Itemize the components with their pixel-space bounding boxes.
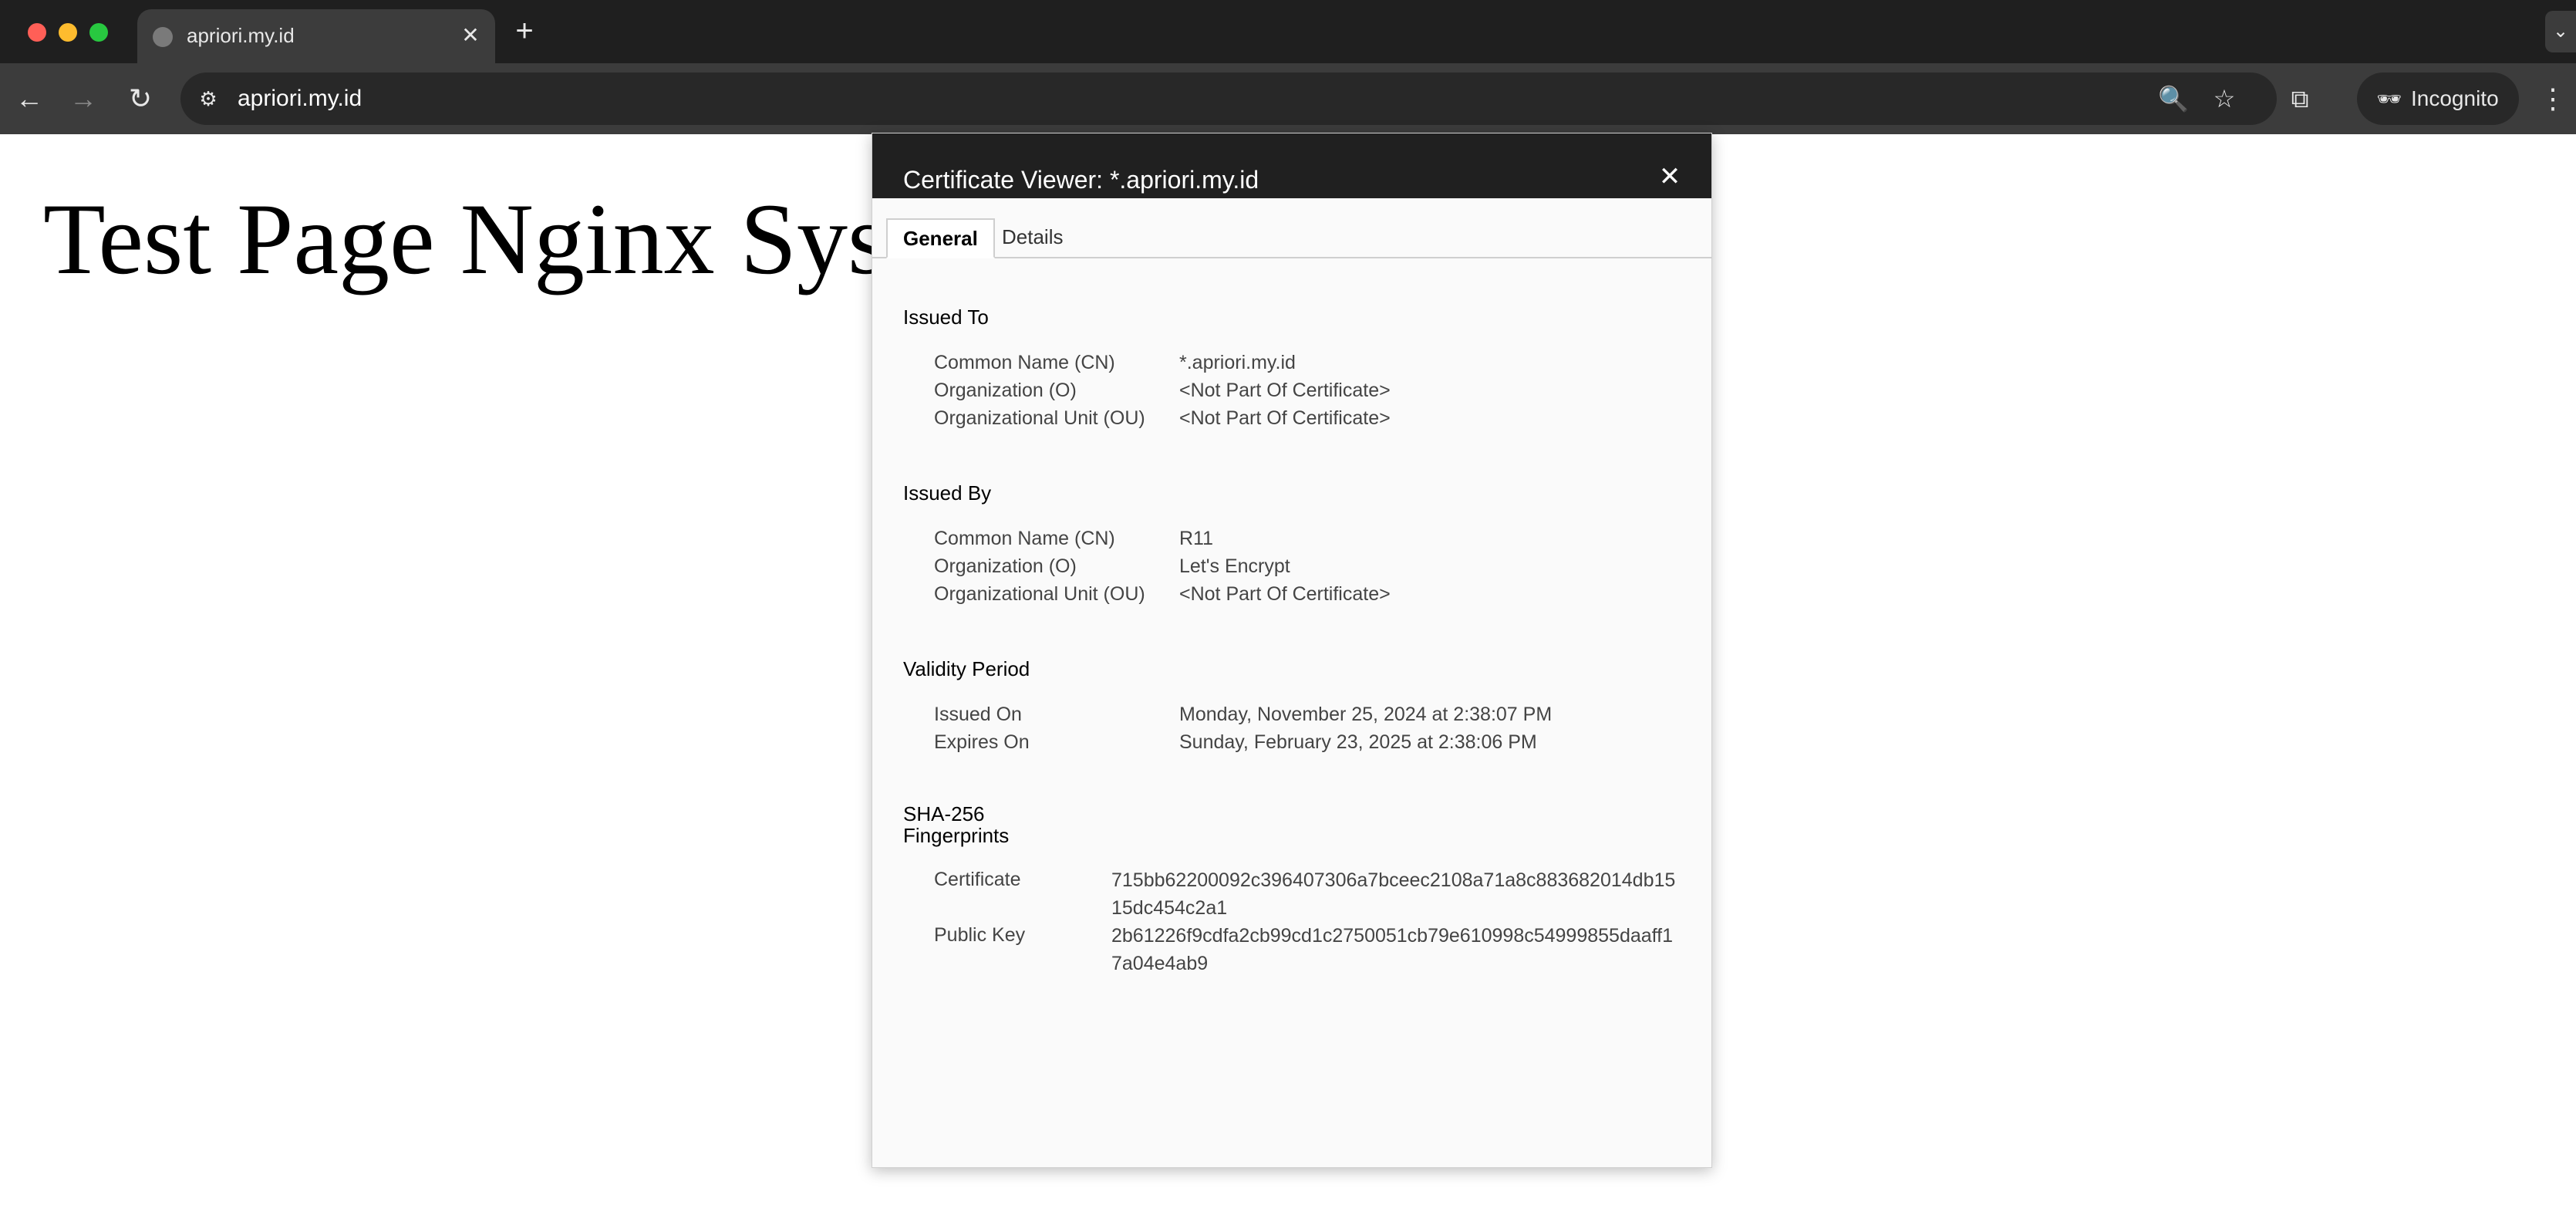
issued-to-o-value: <Not Part Of Certificate> — [1179, 380, 1391, 401]
page-heading: Test Page Nginx Syst — [43, 182, 916, 295]
dialog-title: Certificate Viewer: *.apriori.my.id — [903, 166, 1259, 194]
incognito-label: Incognito — [2411, 86, 2499, 110]
browser-toolbar: ← → ↻ ⚙ apriori.my.id 🔍 ☆ ⧉ 🕶 Incognito … — [0, 63, 2576, 134]
fingerprints-title-line2: Fingerprints — [903, 824, 1010, 847]
issued-by-cn-value: R11 — [1179, 528, 1214, 549]
browser-chrome: apriori.my.id ✕ + ⌄ ← → ↻ ⚙ apriori.my.i… — [0, 0, 2576, 134]
fingerprints-title-line1: SHA-256 — [903, 802, 985, 825]
fingerprint-certificate-label: Certificate — [934, 869, 1021, 890]
browser-tab[interactable]: apriori.my.id ✕ — [137, 9, 495, 63]
issued-to-ou-label: Organizational Unit (OU) — [934, 407, 1145, 429]
fingerprint-public-key-value: 2b61226f9cdfa2cb99cd1c2750051cb79e610998… — [1111, 925, 1674, 974]
reload-button[interactable]: ↻ — [120, 79, 160, 119]
issued-by-ou-label: Organizational Unit (OU) — [934, 583, 1145, 605]
globe-icon — [153, 27, 173, 47]
incognito-icon: 🕶 — [2376, 87, 2402, 110]
issued-by-ou-value: <Not Part Of Certificate> — [1179, 583, 1391, 605]
address-bar[interactable]: ⚙ apriori.my.id 🔍 ☆ — [180, 73, 2277, 125]
site-info-icon[interactable]: ⚙ — [193, 83, 224, 114]
window-close-button[interactable] — [28, 23, 46, 42]
tab-close-icon[interactable]: ✕ — [457, 22, 484, 49]
back-button[interactable]: ← — [9, 79, 49, 119]
tab-title: apriori.my.id — [187, 24, 295, 47]
tab-general[interactable]: General — [886, 218, 995, 258]
issued-by-o-label: Organization (O) — [934, 555, 1077, 577]
tab-strip: apriori.my.id ✕ + ⌄ — [0, 0, 2576, 63]
issued-by-cn-label: Common Name (CN) — [934, 528, 1115, 549]
dialog-tabs: General Details — [872, 218, 1711, 258]
expires-on-value: Sunday, February 23, 2025 at 2:38:06 PM — [1179, 731, 1537, 753]
issued-to-cn-value: *.apriori.my.id — [1179, 352, 1296, 373]
fingerprint-public-key-label: Public Key — [934, 924, 1026, 946]
window-minimize-button[interactable] — [59, 23, 77, 42]
dialog-header: Certificate Viewer: *.apriori.my.id ✕ — [872, 133, 1711, 198]
extensions-icon[interactable]: ⧉ — [2283, 82, 2317, 116]
fingerprint-certificate-value: 715bb62200092c396407306a7bceec2108a71a8c… — [1111, 869, 1676, 919]
new-tab-button[interactable]: + — [509, 15, 540, 46]
forward-button[interactable]: → — [63, 79, 103, 119]
issued-to-o-label: Organization (O) — [934, 380, 1077, 401]
issued-to-ou-value: <Not Part Of Certificate> — [1179, 407, 1391, 429]
url-text[interactable]: apriori.my.id — [238, 83, 362, 114]
section-validity-title: Validity Period — [903, 657, 1030, 680]
issued-by-o-value: Let's Encrypt — [1179, 555, 1290, 577]
issued-on-label: Issued On — [934, 704, 1022, 725]
certificate-viewer-dialog: Certificate Viewer: *.apriori.my.id ✕ Ge… — [872, 133, 1712, 1168]
tab-details[interactable]: Details — [986, 218, 1078, 255]
issued-on-value: Monday, November 25, 2024 at 2:38:07 PM — [1179, 704, 1553, 725]
more-menu-icon[interactable]: ⋮ — [2537, 79, 2568, 119]
bookmark-star-icon[interactable]: ☆ — [2207, 82, 2241, 116]
section-issued-by-title: Issued By — [903, 481, 992, 505]
section-fingerprints-title: SHA-256 Fingerprints — [903, 803, 1009, 846]
section-issued-to-title: Issued To — [903, 305, 989, 329]
close-icon[interactable]: ✕ — [1654, 161, 1685, 192]
incognito-badge[interactable]: 🕶 Incognito — [2357, 73, 2519, 125]
issued-to-cn-label: Common Name (CN) — [934, 352, 1115, 373]
tab-search-chevron-icon[interactable]: ⌄ — [2545, 11, 2576, 52]
zoom-icon[interactable]: 🔍 — [2156, 82, 2190, 116]
expires-on-label: Expires On — [934, 731, 1030, 753]
window-maximize-button[interactable] — [89, 23, 108, 42]
